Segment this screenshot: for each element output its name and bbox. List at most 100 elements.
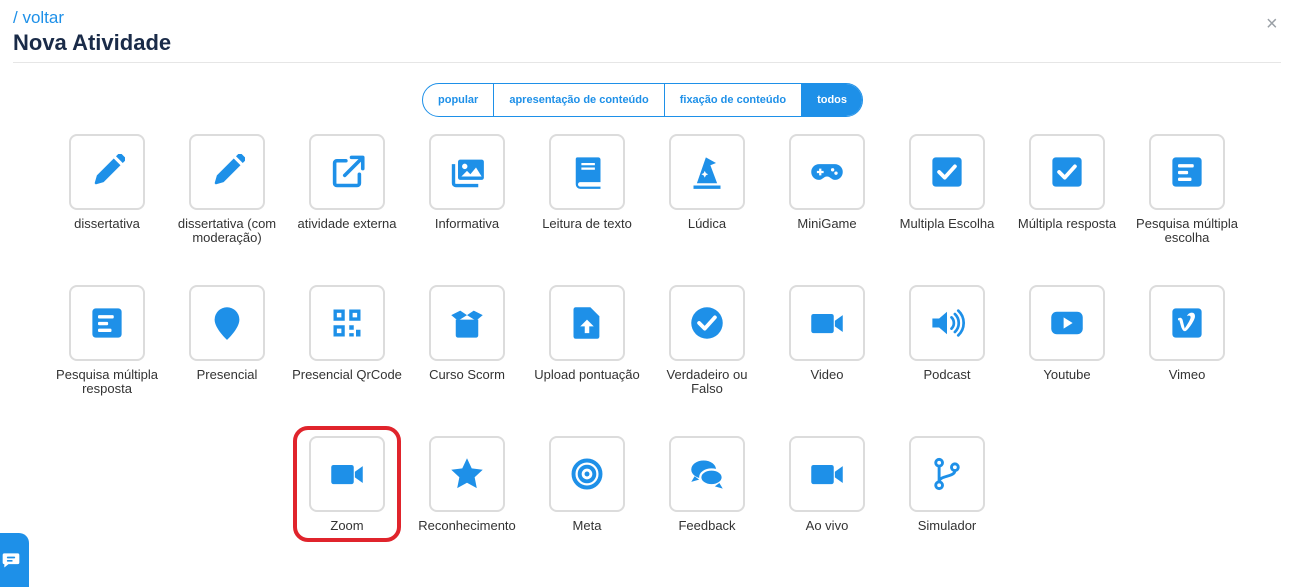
external-link-icon <box>332 155 365 188</box>
activity-label: Feedback <box>678 518 736 533</box>
activity-label: Ao vivo <box>805 518 849 533</box>
activity-label: Reconhecimento <box>418 518 516 533</box>
activity-card[interactable]: Pesquisa múltipla resposta <box>47 285 167 396</box>
box-open-icon <box>451 310 483 338</box>
activity-tile[interactable] <box>789 285 865 361</box>
activity-tile[interactable] <box>909 436 985 512</box>
activity-tile[interactable] <box>1149 285 1225 361</box>
activity-label: Presencial <box>196 367 258 382</box>
tab-todos[interactable]: todos <box>802 84 863 116</box>
activity-card[interactable]: dissertativa <box>47 134 167 231</box>
map-marker-icon <box>214 307 240 340</box>
page-title: Nova Atividade <box>13 30 172 55</box>
activity-label: Meta <box>572 518 602 533</box>
activity-tile[interactable] <box>69 285 145 361</box>
checkbox-icon <box>932 157 962 187</box>
activity-card[interactable]: Pesquisa múltipla escolha <box>1127 134 1247 245</box>
activity-card[interactable]: Youtube <box>1007 285 1127 382</box>
file-upload-icon <box>573 307 600 339</box>
activity-tile[interactable] <box>669 134 745 210</box>
star-icon <box>451 458 483 489</box>
activity-tile[interactable] <box>789 436 865 512</box>
activity-label: Verdadeiro ou Falso <box>666 367 748 396</box>
activity-tile[interactable] <box>429 134 505 210</box>
activity-tile[interactable] <box>909 134 985 210</box>
activity-tile[interactable] <box>549 134 625 210</box>
activity-card[interactable]: Verdadeiro ou Falso <box>647 285 767 396</box>
activity-card[interactable]: Upload pontuação <box>527 285 647 382</box>
chat-icon <box>2 553 20 568</box>
wizard-hat-icon <box>693 157 721 189</box>
activity-label: dissertativa <box>74 216 140 231</box>
activity-card[interactable]: Zoom <box>287 436 407 533</box>
activity-label: Pesquisa múltipla resposta <box>56 367 158 396</box>
activity-label: Pesquisa múltipla escolha <box>1136 216 1238 245</box>
filter-tabs: popular apresentação de conteúdo fixação… <box>422 83 864 117</box>
activity-tile[interactable] <box>69 134 145 210</box>
activity-card[interactable]: Vimeo <box>1127 285 1247 382</box>
activity-card[interactable]: Feedback <box>647 436 767 533</box>
activity-card[interactable]: Reconhecimento <box>407 436 527 533</box>
activity-label: Multipla Escolha <box>899 216 995 231</box>
activity-card[interactable]: MiniGame <box>767 134 887 231</box>
activity-tile[interactable] <box>669 285 745 361</box>
qrcode-icon <box>333 309 361 337</box>
activity-tile[interactable] <box>549 285 625 361</box>
activity-card[interactable]: Leitura de texto <box>527 134 647 231</box>
tab-fixacao-de-conteudo[interactable]: fixação de conteúdo <box>665 84 803 116</box>
activity-card[interactable]: Video <box>767 285 887 382</box>
close-icon[interactable]: × <box>1266 14 1278 34</box>
activity-tile[interactable] <box>429 285 505 361</box>
activity-tile[interactable] <box>309 134 385 210</box>
activity-label: Leitura de texto <box>542 216 632 231</box>
activity-tile[interactable] <box>189 285 265 361</box>
activity-card[interactable]: Ao vivo <box>767 436 887 533</box>
activity-label: Zoom <box>330 518 364 533</box>
activity-label: Presencial QrCode <box>292 367 402 382</box>
activity-card[interactable]: Meta <box>527 436 647 533</box>
activity-tile[interactable] <box>189 134 265 210</box>
pencil-icon <box>94 154 125 185</box>
activity-label: Lúdica <box>687 216 727 231</box>
activity-card[interactable]: Lúdica <box>647 134 767 231</box>
target-icon <box>571 458 603 490</box>
activity-card[interactable]: atividade externa <box>287 134 407 231</box>
activity-tile[interactable] <box>909 285 985 361</box>
activity-card[interactable]: Multipla Escolha <box>887 134 1007 231</box>
tab-popular[interactable]: popular <box>423 84 495 116</box>
video-icon <box>811 314 843 334</box>
youtube-icon <box>1051 311 1083 335</box>
activity-tile[interactable] <box>1029 134 1105 210</box>
activity-label: Youtube <box>1043 367 1091 382</box>
activity-card[interactable]: Presencial QrCode <box>287 285 407 382</box>
activity-label: MiniGame <box>797 216 857 231</box>
comments-icon <box>691 460 724 489</box>
activity-label: Video <box>810 367 844 382</box>
activity-tile[interactable] <box>309 436 385 512</box>
activity-tile[interactable] <box>309 285 385 361</box>
gamepad-icon <box>811 164 843 180</box>
video-icon <box>811 465 843 485</box>
activity-card[interactable]: Curso Scorm <box>407 285 527 382</box>
activity-label: Upload pontuação <box>534 367 640 382</box>
activity-tile[interactable] <box>1029 285 1105 361</box>
activity-label: Informativa <box>434 216 500 231</box>
activity-card[interactable]: dissertativa (com moderação) <box>167 134 287 245</box>
activity-card[interactable]: Simulador <box>887 436 1007 533</box>
activity-label: Podcast <box>923 367 971 382</box>
header-divider <box>13 62 1281 63</box>
activity-card[interactable]: Múltipla resposta <box>1007 134 1127 231</box>
activity-tile[interactable] <box>669 436 745 512</box>
activity-card[interactable]: Informativa <box>407 134 527 231</box>
activity-card[interactable]: Podcast <box>887 285 1007 382</box>
volume-icon <box>932 309 965 337</box>
activity-card[interactable]: Presencial <box>167 285 287 382</box>
poll-icon <box>92 308 122 338</box>
chat-widget-button[interactable] <box>0 533 29 587</box>
activity-tile[interactable] <box>789 134 865 210</box>
activity-tile[interactable] <box>429 436 505 512</box>
activity-tile[interactable] <box>549 436 625 512</box>
tab-apresentacao-de-conteudo[interactable]: apresentação de conteúdo <box>494 84 665 116</box>
activity-tile[interactable] <box>1149 134 1225 210</box>
back-link[interactable]: / voltar <box>13 8 64 28</box>
